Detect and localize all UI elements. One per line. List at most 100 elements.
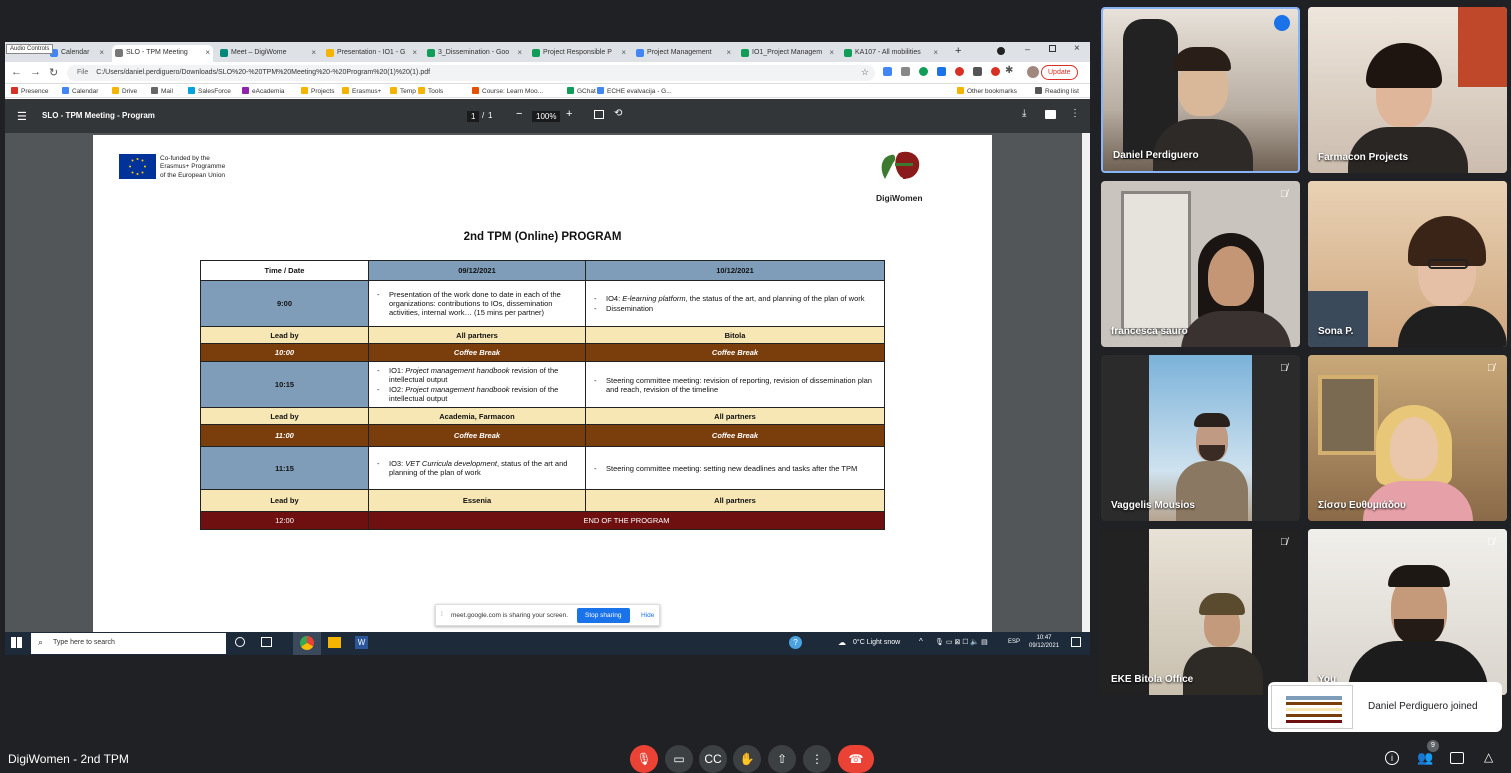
reload-icon[interactable]: ↻ bbox=[49, 66, 58, 79]
menu-icon[interactable]: ☰ bbox=[17, 110, 27, 123]
browser-tab[interactable]: Project Responsible P × bbox=[529, 45, 629, 62]
fit-page-icon[interactable] bbox=[594, 110, 604, 119]
back-icon[interactable]: ← bbox=[11, 66, 22, 78]
extension-icon[interactable] bbox=[937, 67, 946, 76]
browser-tab[interactable]: 3_Dissemination - Goo × bbox=[424, 45, 525, 62]
extension-icon[interactable] bbox=[919, 67, 928, 76]
weather-text[interactable]: 0°C Light snow bbox=[853, 639, 900, 646]
browser-tab[interactable]: SLO - TPM Meeting × bbox=[112, 45, 213, 62]
profile-dot-icon[interactable] bbox=[997, 47, 1005, 55]
keyboard-language[interactable]: ESP bbox=[1008, 639, 1020, 645]
participant-tile[interactable]: 🎙̸ francesca sauro bbox=[1101, 181, 1300, 347]
extension-icon[interactable] bbox=[973, 67, 982, 76]
participant-tile[interactable]: Daniel Perdiguero bbox=[1101, 7, 1300, 173]
close-tab-icon[interactable]: × bbox=[205, 48, 210, 57]
pdf-scrollbar[interactable] bbox=[1082, 133, 1090, 632]
participant-tile[interactable]: 🎙̸ EKE Bitola Office bbox=[1101, 529, 1300, 695]
download-icon[interactable]: ⤓ bbox=[1022, 108, 1026, 119]
bookmark-item[interactable]: Mail bbox=[151, 87, 173, 95]
rotate-icon[interactable]: ⟲ bbox=[614, 108, 622, 119]
bookmark-item[interactable]: Presence bbox=[11, 87, 48, 95]
bookmark-star-icon[interactable]: ☆ bbox=[861, 67, 869, 78]
participant-tile[interactable]: Sona P. bbox=[1308, 181, 1507, 347]
meeting-details-icon[interactable]: i bbox=[1385, 751, 1399, 765]
close-tab-icon[interactable]: × bbox=[99, 48, 104, 57]
bookmark-item[interactable]: eAcademia bbox=[242, 87, 285, 95]
table-row: 11:15 IO3: VET Curricula development, st… bbox=[200, 446, 885, 490]
close-tab-icon[interactable]: × bbox=[829, 48, 834, 57]
taskbar-search-input[interactable]: ⌕ Type here to search bbox=[31, 633, 226, 654]
address-bar[interactable]: File C:/Users/daniel.perdiguero/Download… bbox=[67, 65, 875, 81]
close-tab-icon[interactable]: × bbox=[412, 48, 417, 57]
close-tab-icon[interactable]: × bbox=[933, 48, 938, 57]
browser-tab[interactable]: IO1_Project Managem × bbox=[738, 45, 837, 62]
people-icon[interactable]: 👥 bbox=[1417, 750, 1433, 766]
mic-toggle-button[interactable]: 🎙 bbox=[630, 745, 658, 773]
bookmark-item[interactable]: Course: Learn Moo... bbox=[472, 87, 543, 95]
forward-icon[interactable]: → bbox=[30, 66, 41, 78]
cortana-icon[interactable] bbox=[235, 637, 245, 647]
browser-tab[interactable]: Presentation - IO1 - G × bbox=[323, 45, 420, 62]
chat-icon[interactable] bbox=[1450, 752, 1464, 764]
extensions-puzzle-icon[interactable]: ✱ bbox=[1005, 65, 1013, 76]
avatar[interactable] bbox=[1027, 66, 1039, 78]
bookmark-item[interactable]: GChat bbox=[567, 87, 596, 95]
raise-hand-button[interactable]: ✋ bbox=[733, 745, 761, 773]
help-icon[interactable]: ? bbox=[789, 636, 802, 649]
leave-call-button[interactable]: ☎ bbox=[838, 745, 874, 773]
tray-chevron-icon[interactable]: ^ bbox=[919, 637, 923, 646]
close-window-icon[interactable]: × bbox=[1074, 43, 1080, 54]
activities-icon[interactable]: △ bbox=[1484, 750, 1493, 764]
close-tab-icon[interactable]: × bbox=[621, 48, 626, 57]
hide-button[interactable]: Hide bbox=[641, 612, 654, 619]
notifications-icon[interactable] bbox=[1071, 637, 1081, 647]
other-bookmarks[interactable]: Other bookmarks bbox=[957, 87, 1017, 95]
bookmark-item[interactable]: Drive bbox=[112, 87, 137, 95]
minimize-icon[interactable]: – bbox=[1025, 44, 1030, 54]
task-view-icon[interactable] bbox=[261, 637, 272, 647]
browser-tab[interactable]: Project Management × bbox=[633, 45, 734, 62]
close-tab-icon[interactable]: × bbox=[311, 48, 316, 57]
close-tab-icon[interactable]: × bbox=[726, 48, 731, 57]
zoom-in-icon[interactable]: + bbox=[566, 108, 572, 120]
captions-button[interactable]: CC bbox=[699, 745, 727, 773]
zoom-out-icon[interactable]: − bbox=[516, 108, 522, 120]
present-screen-button[interactable]: ⇧ bbox=[768, 745, 796, 773]
zoom-level[interactable]: 100% bbox=[532, 111, 561, 122]
update-button[interactable]: Update bbox=[1041, 65, 1078, 80]
windows-start-icon[interactable] bbox=[11, 637, 22, 648]
browser-tab[interactable]: KA107 - All mobilities × bbox=[841, 45, 941, 62]
participant-tile[interactable]: 🎙̸ You bbox=[1308, 529, 1507, 695]
drag-handle-icon[interactable]: ⁞ bbox=[441, 611, 443, 618]
extension-icon[interactable] bbox=[991, 67, 1000, 76]
bookmark-item[interactable]: Calendar bbox=[62, 87, 98, 95]
extension-icon[interactable] bbox=[901, 67, 910, 76]
bookmark-item[interactable]: Tools bbox=[418, 87, 443, 95]
file-explorer-icon[interactable] bbox=[328, 637, 341, 648]
word-icon[interactable]: W bbox=[355, 636, 368, 649]
browser-tab[interactable]: Meet – DigiWome × bbox=[217, 45, 319, 62]
close-tab-icon[interactable]: × bbox=[517, 48, 522, 57]
extension-abp-icon[interactable] bbox=[955, 67, 964, 76]
maximize-icon[interactable] bbox=[1049, 45, 1056, 52]
bookmark-item[interactable]: Temp bbox=[390, 87, 416, 95]
camera-toggle-button[interactable]: ▭ bbox=[665, 745, 693, 773]
stop-sharing-button[interactable]: Stop sharing bbox=[577, 608, 630, 623]
extension-translate-icon[interactable] bbox=[883, 67, 892, 76]
participant-tile[interactable]: 🎙̸ Vaggelis Mousios bbox=[1101, 355, 1300, 521]
participant-tile[interactable]: Farmacon Projects bbox=[1308, 7, 1507, 173]
participant-tile[interactable]: 🎙̸ Σίσσυ Ευθυμιάδου bbox=[1308, 355, 1507, 521]
taskbar-clock[interactable]: 10:47 09/12/2021 bbox=[1029, 634, 1059, 651]
bookmark-item[interactable]: SalesForce bbox=[188, 87, 231, 95]
bookmark-item[interactable]: Erasmus+ bbox=[342, 87, 381, 95]
new-tab-icon[interactable]: + bbox=[955, 45, 961, 57]
page-number-input[interactable]: 1 bbox=[467, 111, 480, 122]
reading-list[interactable]: Reading list bbox=[1035, 87, 1079, 95]
browser-tab[interactable]: Calendar × bbox=[47, 45, 107, 62]
bookmark-item[interactable]: ECHE evalvacija - G... bbox=[597, 87, 672, 95]
bookmark-item[interactable]: Projects bbox=[301, 87, 334, 95]
chrome-taskbar-icon[interactable] bbox=[293, 632, 321, 655]
more-options-button[interactable]: ⋮ bbox=[803, 745, 831, 773]
more-options-icon[interactable]: ⋮ bbox=[1070, 108, 1080, 119]
print-icon[interactable] bbox=[1045, 110, 1056, 119]
